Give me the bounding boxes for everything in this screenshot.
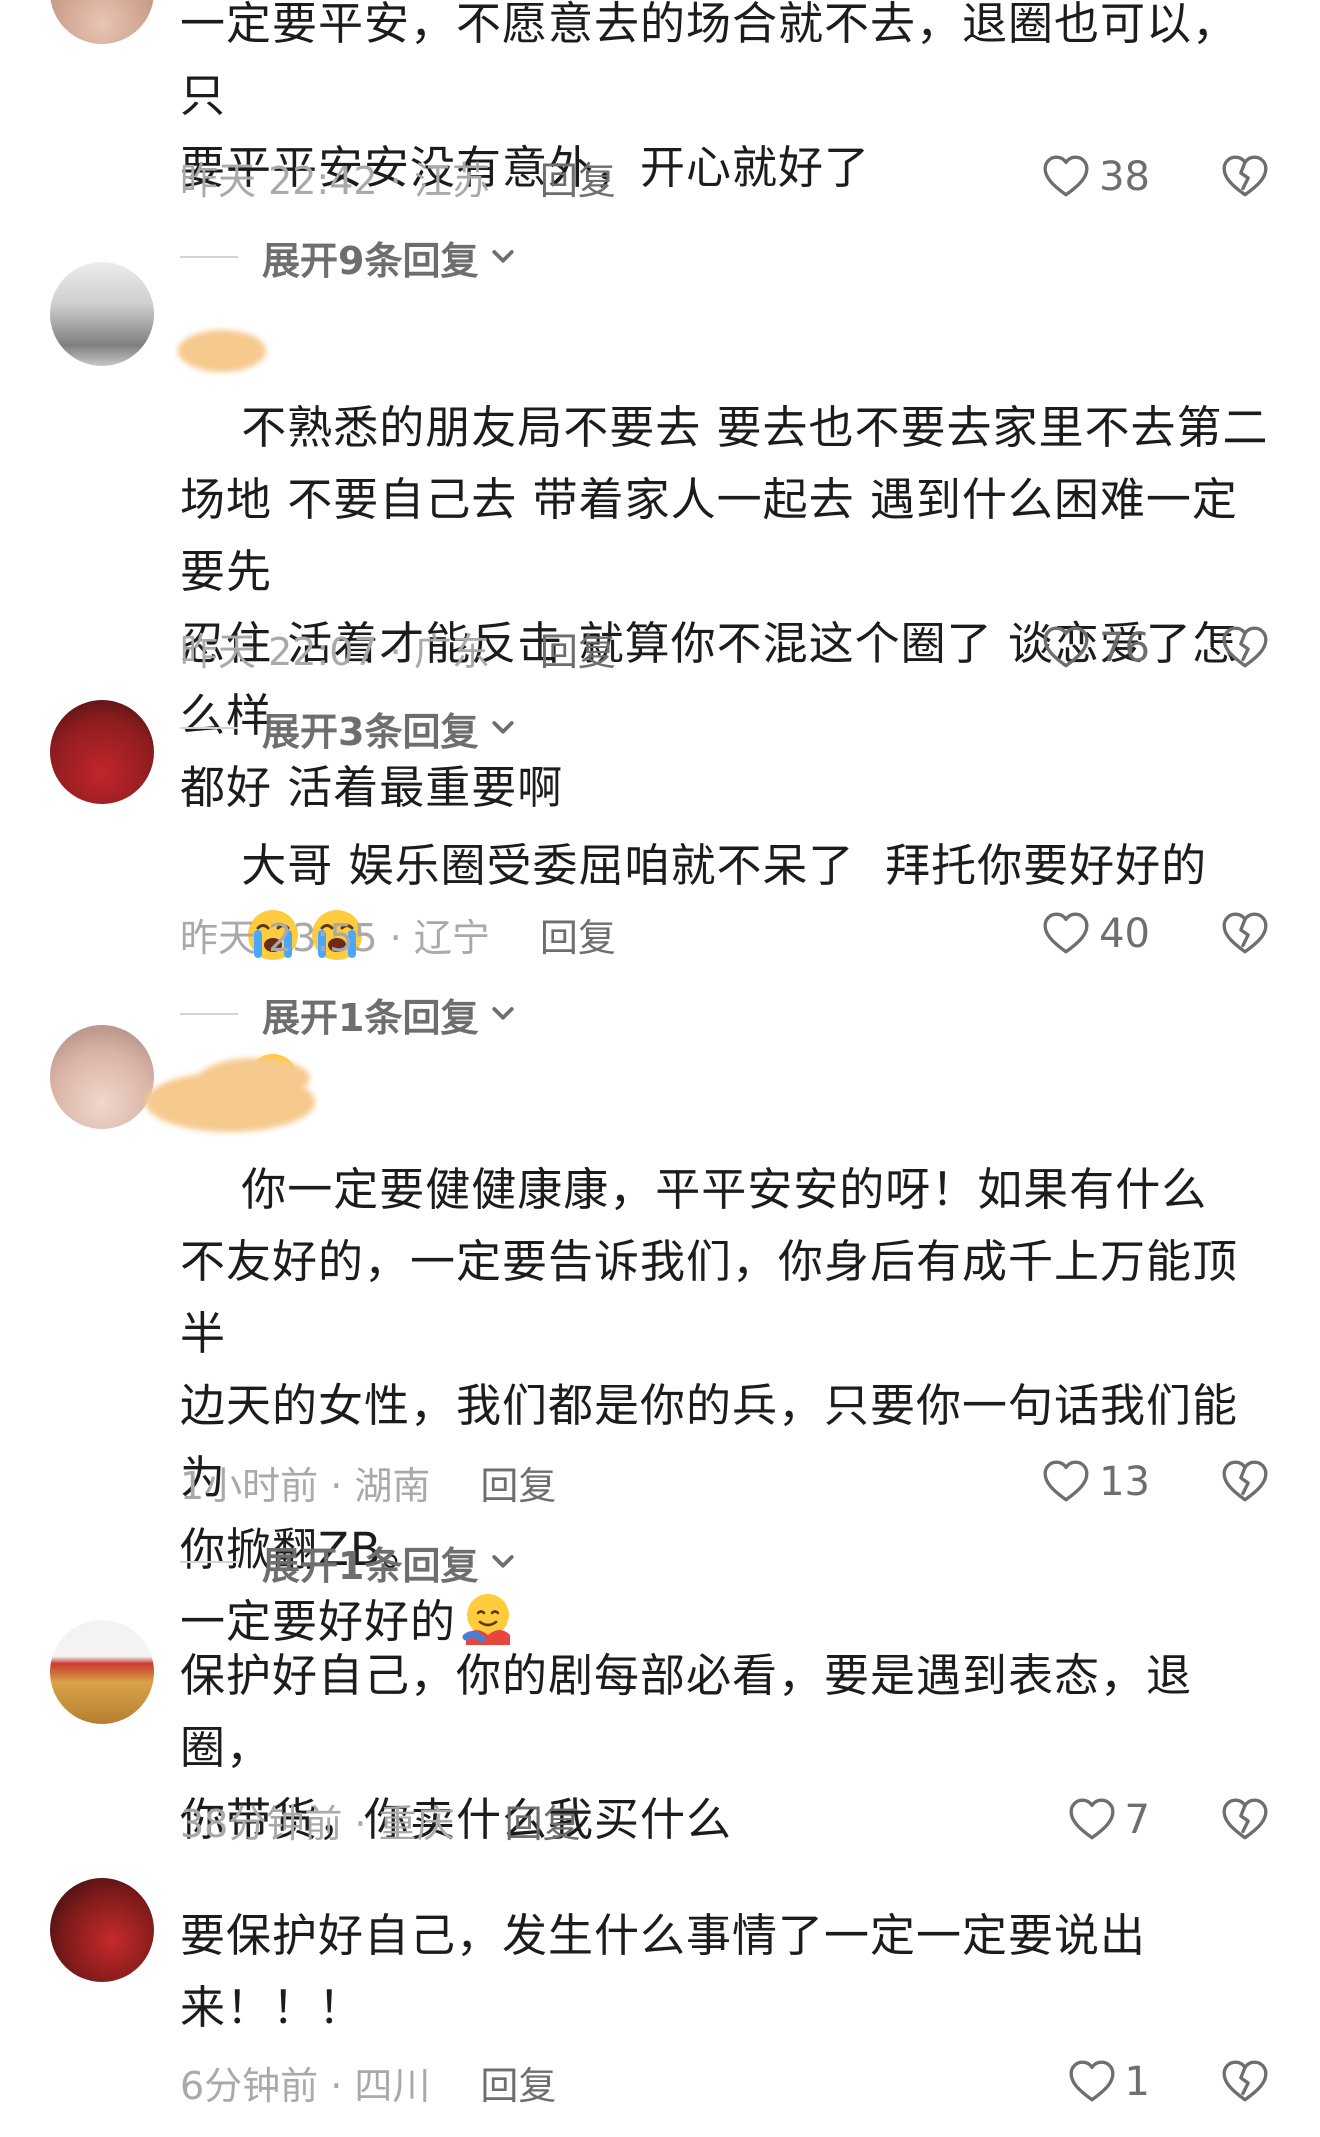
like-count: 40	[1099, 911, 1150, 957]
broken-heart-icon	[1220, 1795, 1270, 1845]
divider	[180, 256, 238, 258]
like-button[interactable]: 1	[1067, 2052, 1150, 2112]
heart-outline-icon	[1041, 909, 1091, 959]
reply-button[interactable]: 回复	[540, 621, 616, 676]
dislike-button[interactable]	[1220, 618, 1270, 678]
comment-text-content: 大哥 娱乐圈受委屈咱就不呆了 拜托你要好好的	[241, 839, 1208, 892]
like-button[interactable]: 7	[1067, 1790, 1150, 1850]
dislike-button[interactable]	[1220, 2052, 1270, 2112]
dislike-button[interactable]	[1220, 1452, 1270, 1512]
comment-time-location: 昨天 22:42 · 江苏	[180, 158, 490, 203]
avatar[interactable]	[50, 262, 154, 366]
expand-replies-button[interactable]: 展开1条回复	[180, 1532, 518, 1592]
comment-time-location: 昨天 23:55 · 辽宁	[180, 915, 490, 960]
expand-replies-button[interactable]: 展开1条回复	[180, 984, 518, 1044]
heart-outline-icon	[1067, 2057, 1117, 2107]
broken-heart-icon	[1220, 909, 1270, 959]
comment-time-location: 昨天 22:07 · 广东	[180, 629, 490, 674]
like-count: 1	[1124, 2059, 1150, 2105]
avatar[interactable]	[50, 700, 154, 804]
avatar[interactable]	[50, 0, 154, 44]
heart-outline-icon	[1041, 152, 1091, 202]
chevron-down-icon	[488, 713, 518, 743]
like-button[interactable]: 13	[1041, 1452, 1150, 1512]
expand-replies-button[interactable]: 展开3条回复	[180, 698, 518, 758]
comment-meta: 6分钟前 · 四川 回复	[180, 2052, 556, 2112]
like-count: 76	[1099, 625, 1150, 671]
avatar[interactable]	[50, 1878, 154, 1982]
comment-time-location: 38分钟前 · 重庆	[180, 1801, 455, 1846]
avatar[interactable]	[50, 1025, 154, 1129]
divider	[180, 1013, 238, 1015]
heart-outline-icon	[1041, 1457, 1091, 1507]
comment-meta: 昨天 22:07 · 广东 回复	[180, 618, 616, 678]
hugging-face-emoji	[460, 1591, 516, 1647]
expand-replies-label: 展开9条回复	[262, 238, 479, 283]
heart-outline-icon	[1067, 1795, 1117, 1845]
expand-replies-label: 展开3条回复	[262, 709, 479, 754]
chevron-down-icon	[488, 999, 518, 1029]
reply-button[interactable]: 回复	[540, 907, 616, 962]
expand-replies-label: 展开1条回复	[262, 1543, 479, 1588]
reply-button[interactable]: 回复	[505, 1793, 581, 1848]
divider	[180, 1561, 238, 1563]
comment-meta: 38分钟前 · 重庆 回复	[180, 1790, 581, 1850]
like-button[interactable]: 38	[1041, 147, 1150, 207]
reply-button[interactable]: 回复	[480, 2055, 556, 2110]
like-count: 13	[1099, 1459, 1150, 1505]
broken-heart-icon	[1220, 152, 1270, 202]
comment-meta: 1小时前 · 湖南 回复	[180, 1452, 556, 1512]
comment-text: 要保护好自己，发生什么事情了一定一定要说出 来！！！	[180, 1909, 1147, 2034]
dislike-button[interactable]	[1220, 147, 1270, 207]
expand-replies-label: 展开1条回复	[262, 995, 479, 1040]
comment-text: 你一定要健健康康，平平安安的呀！如果有什么 不友好的，一定要告诉我们，你身后有成…	[180, 1082, 1280, 1730]
reply-button[interactable]: 回复	[480, 1455, 556, 1510]
like-count: 38	[1099, 154, 1150, 200]
avatar[interactable]	[50, 1620, 154, 1724]
like-count: 7	[1124, 1797, 1150, 1843]
broken-heart-icon	[1220, 2057, 1270, 2107]
broken-heart-icon	[1220, 1457, 1270, 1507]
expand-replies-button[interactable]: 展开9条回复	[180, 227, 518, 287]
like-button[interactable]: 76	[1041, 618, 1150, 678]
chevron-down-icon	[488, 1547, 518, 1577]
broken-heart-icon	[1220, 623, 1270, 673]
dislike-button[interactable]	[1220, 1790, 1270, 1850]
chevron-down-icon	[488, 242, 518, 272]
divider	[180, 727, 238, 729]
heart-outline-icon	[1041, 623, 1091, 673]
comment-meta: 昨天 23:55 · 辽宁 回复	[180, 904, 616, 964]
comment-meta: 昨天 22:42 · 江苏 回复	[180, 147, 616, 207]
dislike-button[interactable]	[1220, 904, 1270, 964]
like-button[interactable]: 40	[1041, 904, 1150, 964]
reply-button[interactable]: 回复	[540, 150, 616, 205]
comment-time-location: 1小时前 · 湖南	[180, 1463, 431, 1508]
comment-time-location: 6分钟前 · 四川	[180, 2063, 431, 2108]
